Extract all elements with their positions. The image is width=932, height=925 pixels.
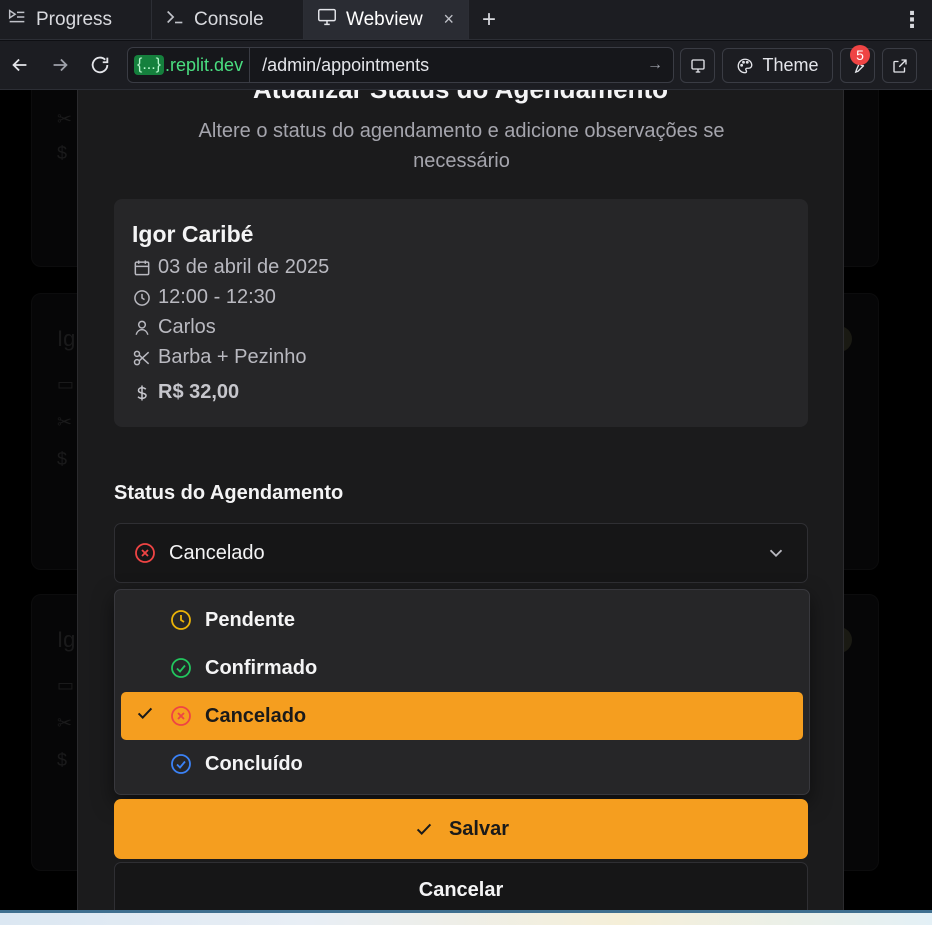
status-option-label: Concluído: [205, 752, 303, 775]
add-tab-button[interactable]: +: [469, 0, 509, 39]
status-option-cancelado[interactable]: Cancelado: [121, 692, 803, 740]
device-preview-button[interactable]: [680, 48, 715, 83]
time-row: 12:00 - 12:30: [132, 286, 276, 309]
status-option-pendente[interactable]: Pendente: [121, 596, 803, 644]
address-bar: {...} .replit.dev /admin/appointments → …: [0, 41, 932, 90]
taskbar-strip: [0, 910, 932, 925]
arrow-left-icon: [12, 58, 27, 72]
x-circle-icon: [171, 706, 191, 726]
dialog-subtitle: Altere o status do agendamento e adicion…: [198, 120, 725, 172]
appointment-service: Barba + Pezinho: [158, 346, 307, 368]
tab-progress-label: Progress: [36, 8, 113, 30]
service-row: Barba + Pezinho: [132, 346, 306, 369]
monitor-icon: [316, 6, 338, 34]
appointment-price: R$ 32,00: [158, 381, 240, 403]
client-name: Igor Caribé: [132, 221, 254, 247]
appointment-date: 03 de abril de 2025: [158, 256, 330, 278]
url-domain-text: .replit.dev: [165, 54, 244, 75]
terminal-icon: [164, 6, 186, 34]
barber-row: Carlos: [132, 316, 216, 339]
chevron-down-icon: [769, 549, 783, 558]
dialog-title: Atualizar Status do Agendamento: [78, 90, 843, 105]
date-row: 03 de abril de 2025: [132, 256, 329, 279]
theme-label: Theme: [762, 55, 819, 75]
tab-console-label: Console: [194, 8, 264, 30]
cancel-button-label: Cancelar: [418, 878, 504, 901]
tab-webview[interactable]: Webview ×: [304, 0, 469, 39]
x-circle-icon: [135, 543, 155, 563]
ide-tab-bar: Progress Console Webview × + ⋮: [0, 0, 932, 40]
external-link-icon: [892, 58, 907, 73]
check-icon: [416, 823, 432, 836]
monitor-icon: [690, 58, 705, 73]
user-icon: [135, 320, 149, 335]
progress-icon: [6, 6, 28, 34]
appointment-summary: Igor Caribé 03 de abril de 2025 12:00 - …: [114, 199, 808, 427]
status-option-label: Cancelado: [205, 704, 307, 727]
tab-webview-label: Webview: [346, 8, 423, 30]
tab-progress[interactable]: Progress: [0, 0, 152, 39]
status-option-confirmado[interactable]: Confirmado: [121, 644, 803, 692]
status-select[interactable]: Cancelado: [114, 523, 808, 583]
save-button[interactable]: Salvar: [114, 799, 808, 859]
back-button[interactable]: [0, 45, 40, 85]
close-icon[interactable]: ×: [443, 9, 454, 30]
status-option-label: Pendente: [205, 608, 296, 631]
reload-button[interactable]: [80, 45, 120, 85]
url-domain: {...} .replit.dev: [128, 48, 251, 82]
check-circle-icon: [171, 754, 191, 774]
status-select-value: Cancelado: [169, 541, 265, 564]
status-option-concluido[interactable]: Concluído: [121, 740, 803, 788]
check-circle-icon: [171, 658, 191, 678]
tab-console[interactable]: Console: [152, 0, 304, 39]
dollar-icon: [137, 385, 147, 400]
calendar-icon: [134, 260, 150, 275]
appointment-barber: Carlos: [158, 316, 216, 338]
palette-icon: [738, 58, 753, 73]
price-row: R$ 32,00: [132, 381, 239, 404]
appointment-time: 12:00 - 12:30: [158, 286, 276, 308]
status-dropdown-menu: Pendente Confirmado Cancelado Concluído: [114, 589, 810, 795]
theme-button[interactable]: Theme: [722, 48, 833, 83]
scissors-icon: [133, 350, 150, 365]
update-status-dialog: Atualizar Status do Agendamento Altere o…: [77, 90, 844, 910]
url-field[interactable]: {...} .replit.dev /admin/appointments →: [127, 47, 674, 83]
save-button-label: Salvar: [448, 817, 510, 840]
reload-icon: [91, 56, 109, 74]
status-field-label: Status do Agendamento: [114, 482, 344, 504]
clock-icon: [134, 289, 150, 306]
notification-badge: 5: [850, 45, 870, 65]
replit-logo: {...}: [134, 55, 165, 75]
cancel-button[interactable]: Cancelar: [114, 862, 808, 910]
devtools-button[interactable]: 5: [840, 45, 875, 83]
arrow-right-icon: [53, 58, 68, 72]
more-vertical-icon[interactable]: ⋮: [892, 0, 932, 39]
status-option-label: Confirmado: [205, 656, 318, 679]
forward-button[interactable]: [40, 45, 80, 85]
clock-icon: [171, 610, 191, 630]
check-icon: [121, 702, 169, 730]
open-new-window-button[interactable]: [882, 48, 917, 83]
url-path[interactable]: /admin/appointments: [250, 55, 637, 76]
arrow-right-icon[interactable]: →: [637, 56, 673, 74]
